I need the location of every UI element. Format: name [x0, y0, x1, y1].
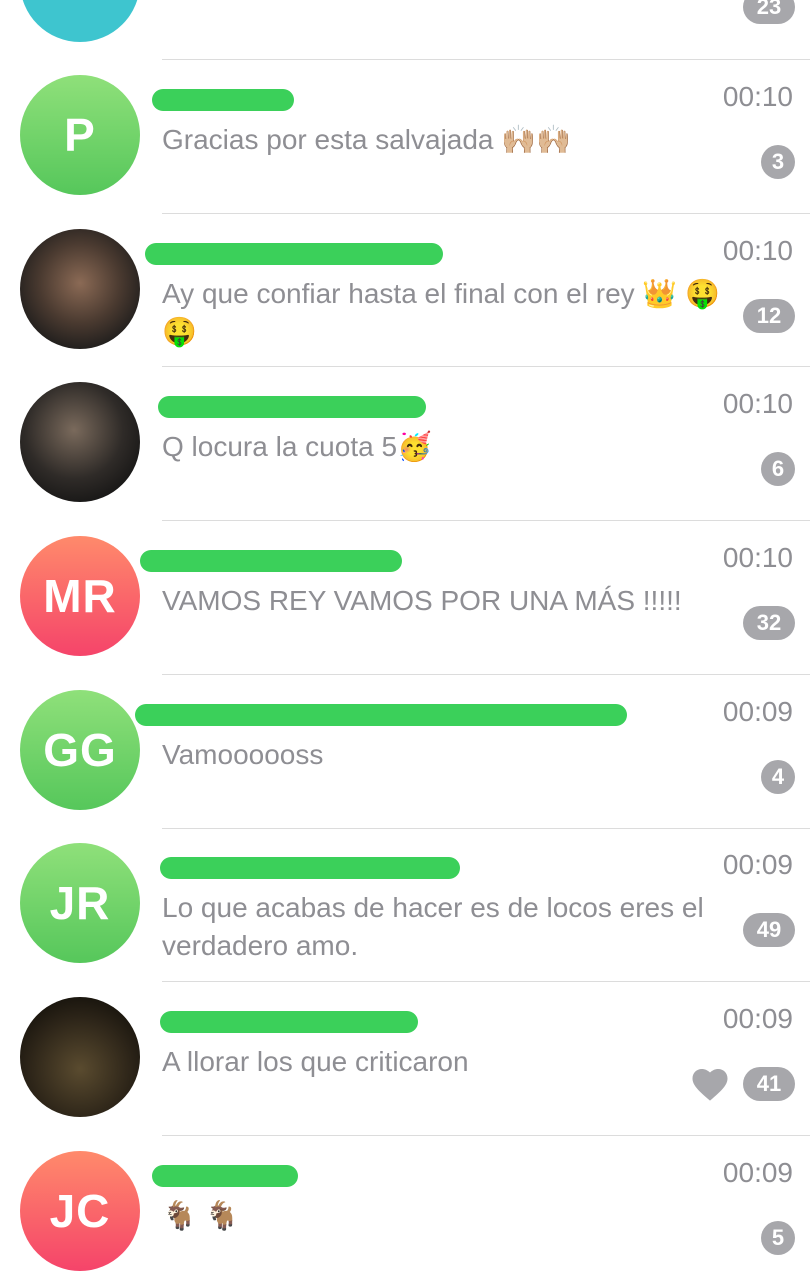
chat-row[interactable]: JR 00:09 Lo que acabas de hacer es de lo…	[0, 827, 810, 981]
unread-badge: 12	[743, 298, 795, 333]
chat-row[interactable]: MR 00:10 VAMOS REY VAMOS POR UNA MÁS !!!…	[0, 520, 810, 674]
message-preview: Lo que acabas de hacer es de locos eres …	[162, 892, 704, 962]
message-preview: A llorar los que criticaron	[162, 1046, 469, 1078]
contact-name-redacted	[140, 550, 402, 573]
contact-name-redacted	[135, 703, 627, 726]
avatar: JC	[20, 1150, 140, 1271]
unread-badge: 23	[743, 0, 795, 24]
chat-list: P 00:10 Gracias por esta salvajada 🙌🏼🙌🏼 …	[0, 59, 810, 1280]
message-time: 00:10	[722, 81, 793, 112]
message-time: 00:09	[722, 1156, 793, 1188]
chat-row[interactable]: P 00:10 Gracias por esta salvajada 🙌🏼🙌🏼 …	[0, 59, 810, 213]
avatar: GG	[20, 689, 140, 810]
contact-name-redacted	[160, 857, 460, 880]
unread-badge: 4	[761, 759, 795, 794]
message-time: 00:10	[722, 388, 793, 420]
contact-name-redacted	[145, 242, 443, 265]
unread-badge: 32	[743, 606, 795, 641]
chat-row[interactable]: 00:09 A llorar los que criticaron 41	[0, 981, 810, 1135]
contact-name-redacted	[158, 396, 426, 419]
message-time: 00:09	[722, 849, 793, 881]
unread-badge: 6	[761, 452, 795, 487]
message-preview: VAMOS REY VAMOS POR UNA MÁS !!!!!	[162, 585, 682, 617]
contact-name-redacted	[160, 1011, 418, 1034]
heart-icon	[692, 1069, 728, 1101]
unread-badge: 3	[761, 145, 795, 179]
avatar: P	[20, 75, 140, 195]
chat-row[interactable]: 00:10 Ay que confiar hasta el final con …	[0, 213, 810, 367]
message-preview: Q locura la cuota 5🥳	[162, 431, 432, 463]
avatar	[20, 228, 140, 349]
avatar	[20, 997, 140, 1118]
chat-row[interactable]: GG 00:09 Vamoooooss 4	[0, 674, 810, 828]
message-time: 00:10	[722, 542, 793, 574]
contact-name-redacted	[152, 1164, 298, 1187]
avatar	[20, 0, 140, 42]
contact-name-redacted	[152, 89, 294, 111]
message-preview: 🐐 🐐	[162, 1199, 240, 1231]
chat-row-partial[interactable]: 23	[0, 0, 810, 59]
avatar	[20, 382, 140, 503]
chat-row[interactable]: 00:10 Q locura la cuota 5🥳 6	[0, 366, 810, 520]
message-preview: Gracias por esta salvajada 🙌🏼🙌🏼	[162, 124, 572, 155]
message-preview: Ay que confiar hasta el final con el rey…	[162, 277, 720, 347]
avatar: JR	[20, 843, 140, 964]
unread-badge: 5	[761, 1220, 795, 1255]
avatar: MR	[20, 536, 140, 657]
message-time: 00:09	[722, 695, 793, 727]
chat-row[interactable]: JC 00:09 🐐 🐐 5	[0, 1135, 810, 1280]
message-time: 00:09	[722, 1003, 793, 1035]
unread-badge: 49	[743, 913, 795, 948]
message-time: 00:10	[722, 234, 793, 266]
unread-badge: 41	[743, 1067, 795, 1102]
message-preview: Vamoooooss	[162, 738, 324, 770]
